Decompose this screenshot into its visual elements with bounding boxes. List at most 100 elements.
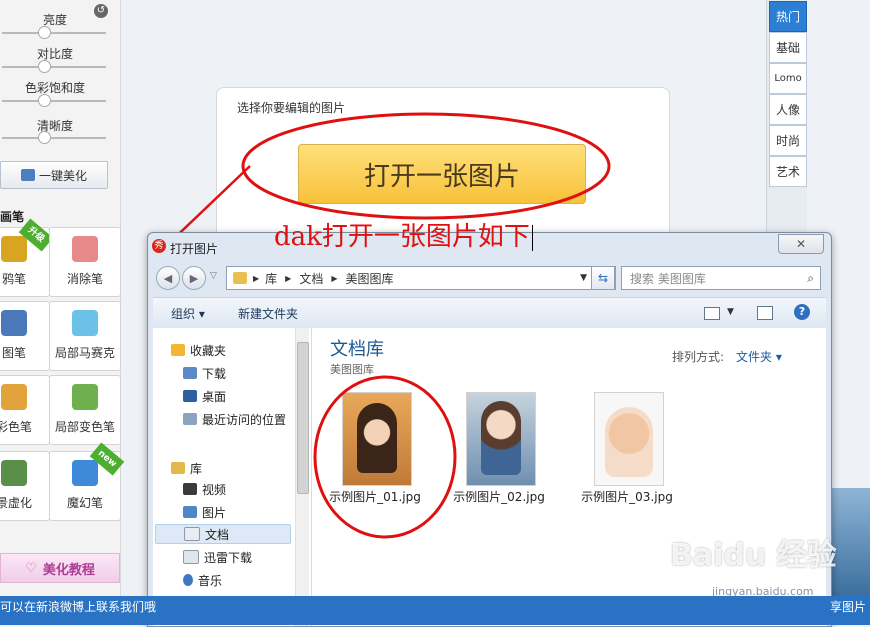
sort-label: 排列方式: (672, 350, 725, 364)
nav-xunlei-downloads[interactable]: 迅雷下载 (183, 547, 252, 567)
file-thumbnail[interactable] (594, 392, 664, 486)
tool-mosaic[interactable]: 局部马赛克 (49, 301, 121, 371)
tool-graffiti-pen[interactable]: 鸦笔 升级 (0, 218, 54, 297)
graffiti-pen-icon (1, 236, 27, 262)
tool-magic-pen[interactable]: 魔幻笔 new (49, 442, 125, 521)
back-button[interactable]: ◀ (156, 266, 180, 290)
organize-label: 组织 (171, 307, 196, 321)
nav-music[interactable]: 音乐 (183, 570, 222, 590)
tab-fashion[interactable]: 时尚 (769, 125, 807, 156)
preview-pane-icon[interactable] (757, 306, 773, 320)
tool-label: 消除笔 (66, 272, 103, 286)
history-dropdown-icon[interactable]: ▽ (210, 271, 217, 281)
tab-lomo[interactable]: Lomo (769, 63, 807, 94)
tool-label: 魔幻笔 (66, 496, 103, 510)
nav-label: 库 (190, 461, 203, 476)
tool-recolor-pen[interactable]: 局部变色笔 (49, 375, 121, 445)
breadcrumb-item[interactable]: 库 (265, 270, 277, 287)
brightness-slider-knob[interactable] (38, 26, 51, 39)
baidu-watermark-url: jingyan.baidu.com (712, 585, 814, 598)
recent-places-icon (183, 413, 197, 425)
star-icon (171, 344, 185, 356)
library-title: 文档库 (330, 339, 384, 360)
help-icon[interactable]: ? (794, 304, 810, 320)
tab-portrait[interactable]: 人像 (769, 94, 807, 125)
tool-background-blur[interactable]: 景虚化 (0, 451, 50, 521)
search-input[interactable]: 搜索 美图图库 ⌕ (621, 266, 821, 290)
magic-pen-icon (72, 460, 98, 486)
file-thumbnail[interactable] (466, 392, 536, 486)
contrast-slider-knob[interactable] (38, 60, 51, 73)
breadcrumb-item[interactable]: 美图图库 (346, 270, 394, 287)
tab-hot[interactable]: 热门 (769, 1, 807, 32)
file-name[interactable]: 示例图片_03.jpg (572, 488, 682, 505)
slider-label-saturation: 色彩饱和度 (24, 81, 85, 95)
nav-label: 收藏夹 (190, 343, 227, 358)
close-icon: ✕ (795, 237, 807, 251)
address-bar[interactable]: ▶ 库 ▶ 文档 ▶ 美图图库 ▼ (226, 266, 616, 290)
nav-documents[interactable]: 文档 (155, 524, 291, 544)
dialog-toolbar: 组织 ▾ 新建文件夹 ▼ ? (153, 297, 826, 329)
annotation-ellipse (313, 375, 457, 539)
forward-button[interactable]: ▶ (182, 266, 206, 290)
tool-label: 局部马赛克 (54, 346, 115, 360)
color-pen-icon (1, 384, 27, 410)
tool-label: 彩色笔 (0, 420, 32, 434)
nav-desktop[interactable]: 桌面 (183, 386, 226, 406)
sort-dropdown[interactable]: 文件夹 ▾ (736, 348, 782, 365)
nav-favorites[interactable]: 收藏夹 (171, 340, 226, 360)
nav-label: 最近访问的位置 (202, 412, 287, 427)
saturation-slider-knob[interactable] (38, 94, 51, 107)
nav-label: 视频 (202, 482, 227, 497)
tutorial-label: 美化教程 (42, 562, 95, 578)
nav-recent-places[interactable]: 最近访问的位置 (183, 409, 286, 429)
tool-label: 景虚化 (0, 496, 32, 510)
one-key-beautify-button[interactable]: 一键美化 (0, 161, 108, 189)
baby-photo (605, 407, 653, 477)
left-panel: ↺ 亮度 对比度 色彩饱和度 清晰度 一键美化 画笔 鸦笔 升级 消除笔 图笔 … (0, 0, 125, 625)
nav-pictures[interactable]: 图片 (183, 502, 226, 522)
refresh-button[interactable]: ⇆ (591, 266, 615, 290)
music-icon (183, 574, 193, 586)
breadcrumb-item[interactable]: 文档 (299, 270, 323, 287)
recolor-pen-icon (72, 384, 98, 410)
dialog-close-button[interactable]: ✕ (778, 234, 824, 254)
tab-art[interactable]: 艺术 (769, 156, 807, 187)
nav-scrollbar[interactable] (295, 328, 309, 626)
nav-videos[interactable]: 视频 (183, 479, 226, 499)
sharpness-slider[interactable] (2, 137, 106, 139)
chevron-down-icon[interactable]: ▼ (580, 273, 587, 283)
search-icon: ⌕ (807, 270, 814, 285)
organize-button[interactable]: 组织 ▾ (171, 305, 205, 322)
contrast-slider[interactable] (2, 66, 106, 68)
brightness-slider[interactable] (2, 32, 106, 34)
nav-label: 桌面 (202, 389, 227, 404)
file-list-pane: 文档库 美图图库 排列方式: 文件夹 ▾ 示例图片_01.jpg 示例图片_02… (312, 328, 826, 626)
tutorial-button[interactable]: ♡ 美化教程 (0, 553, 120, 583)
app-logo-icon: 秀 (152, 239, 166, 253)
arrow-left-icon: ◀ (163, 271, 173, 285)
navigation-pane: 收藏夹 下载 桌面 最近访问的位置 库 视频 图片 文档 迅雷下载 音乐 (153, 328, 312, 626)
chevron-down-icon[interactable]: ▼ (727, 307, 734, 317)
bottom-info-bar: 可以在新浪微博上联系我们哦 享图片 (0, 596, 870, 625)
eraser-icon (72, 236, 98, 262)
new-folder-button[interactable]: 新建文件夹 (238, 305, 298, 322)
tab-basic[interactable]: 基础 (769, 32, 807, 63)
nav-downloads[interactable]: 下载 (183, 363, 226, 383)
tool-color-pen[interactable]: 彩色笔 (0, 375, 50, 445)
heart-icon: ♡ (25, 560, 37, 576)
tool-eraser-pen[interactable]: 消除笔 (49, 227, 121, 297)
scrollbar-thumb[interactable] (297, 342, 309, 494)
breadcrumb-sep-icon: ▶ (331, 273, 338, 283)
brush-section-title: 画笔 (0, 210, 25, 224)
view-options-icon[interactable] (704, 307, 720, 320)
nav-libraries[interactable]: 库 (171, 458, 202, 478)
bottom-bar-right-text: 享图片 (830, 600, 867, 614)
tool-label: 局部变色笔 (54, 420, 115, 434)
sharpness-slider-knob[interactable] (38, 131, 51, 144)
saturation-slider[interactable] (2, 100, 106, 102)
tool-stamp-pen[interactable]: 图笔 (0, 301, 50, 371)
baidu-watermark: Baidu 经验 (670, 538, 837, 573)
dialog-title: 打开图片 (170, 242, 219, 256)
bottom-bar-text: 可以在新浪微博上联系我们哦 (0, 600, 157, 614)
